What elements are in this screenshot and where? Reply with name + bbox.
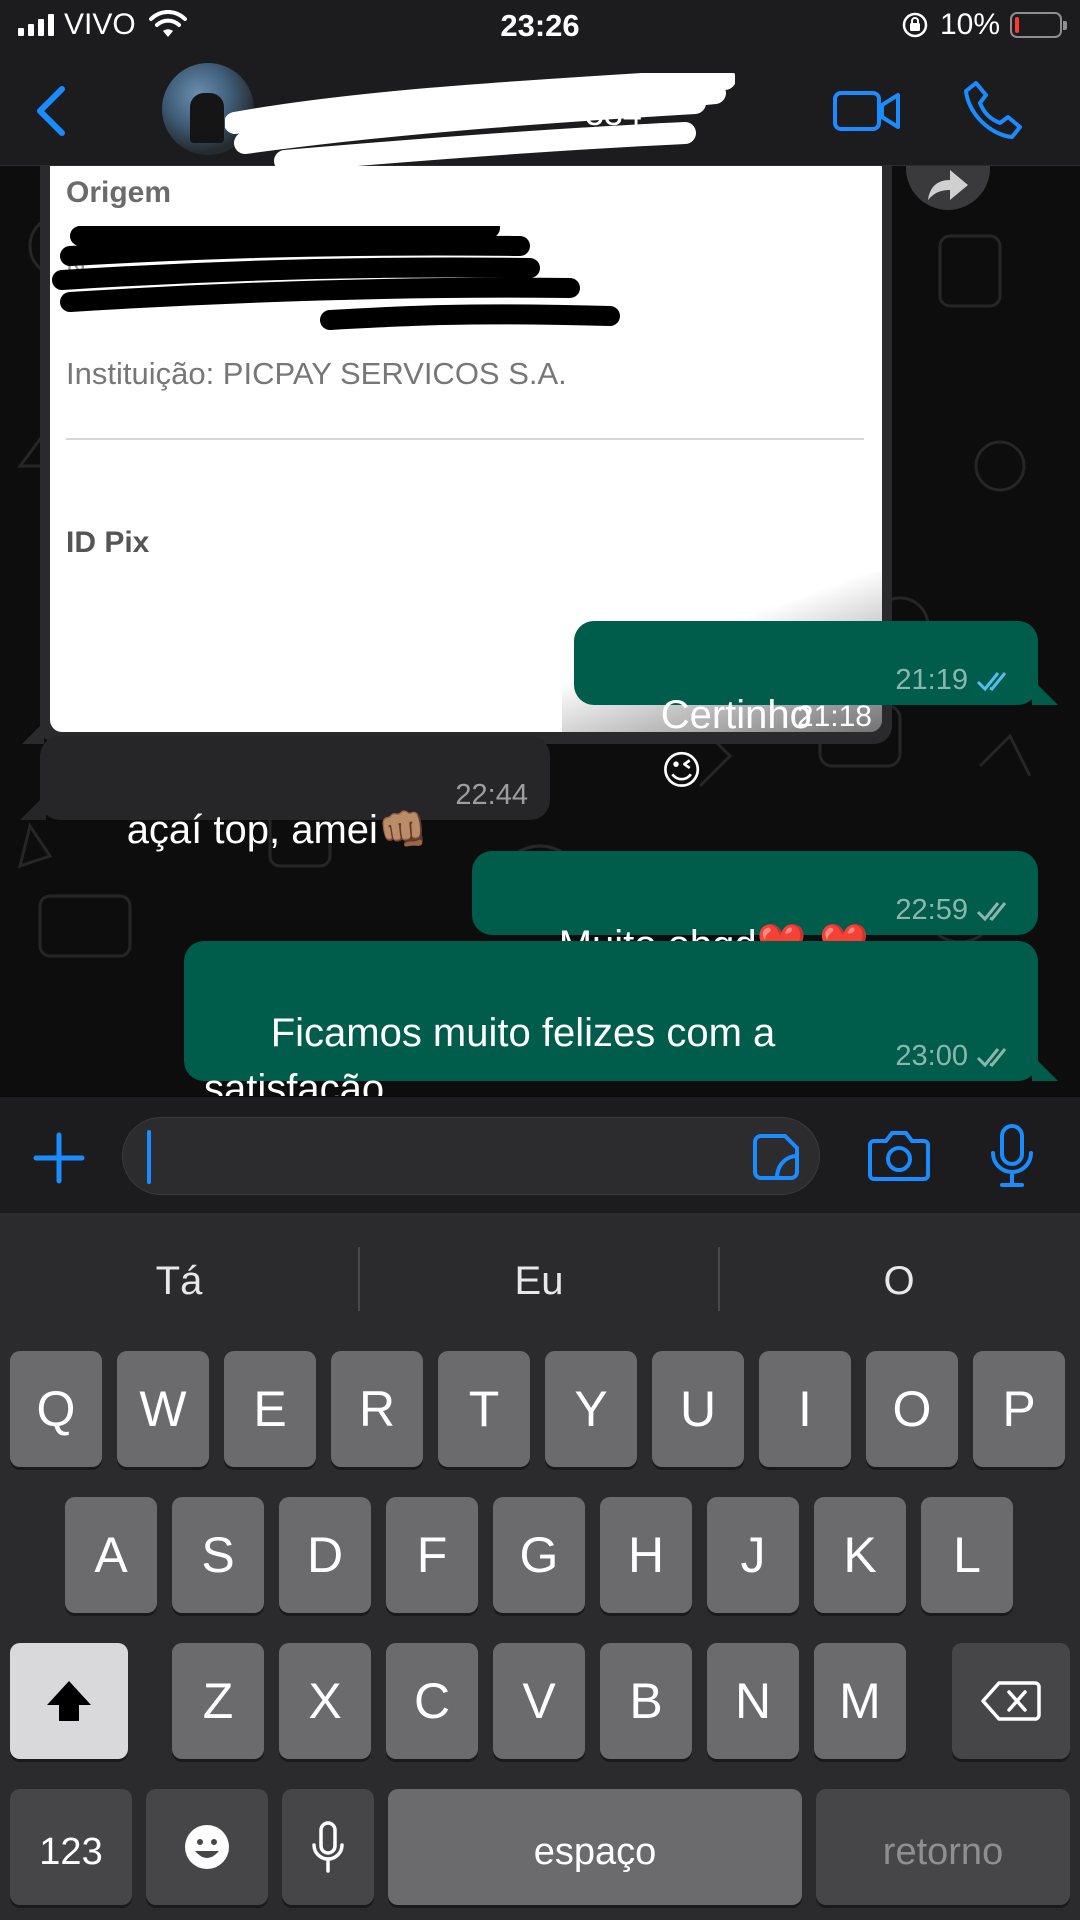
message-time: 21:18 xyxy=(796,700,872,733)
suggestion-item[interactable]: Eu xyxy=(360,1213,718,1343)
space-key-label: espaço xyxy=(533,1831,657,1873)
message-text: Certinho xyxy=(660,693,812,737)
key-q[interactable]: Q xyxy=(10,1351,102,1467)
key-i[interactable]: I xyxy=(759,1351,851,1467)
shift-key[interactable] xyxy=(10,1643,128,1759)
key-b[interactable]: B xyxy=(600,1643,692,1759)
message-emoji: 👊🏽 xyxy=(377,807,428,853)
rotation-lock-icon xyxy=(902,12,928,38)
key-r[interactable]: R xyxy=(331,1351,423,1467)
key-p[interactable]: P xyxy=(973,1351,1065,1467)
camera-icon[interactable] xyxy=(868,1127,930,1183)
outgoing-message[interactable]: Ficamos muito felizes com a satisfação d… xyxy=(184,941,1058,1096)
key-x[interactable]: X xyxy=(279,1643,371,1759)
key-w[interactable]: W xyxy=(117,1351,209,1467)
key-m[interactable]: M xyxy=(814,1643,906,1759)
delivered-ticks-icon xyxy=(976,901,1007,921)
space-key[interactable]: espaço xyxy=(388,1789,802,1905)
suggestion-item[interactable]: Tá xyxy=(0,1213,358,1343)
read-ticks-icon xyxy=(976,671,1007,691)
key-o[interactable]: O xyxy=(866,1351,958,1467)
key-l[interactable]: L xyxy=(921,1497,1013,1613)
delivered-ticks-icon xyxy=(976,1047,1007,1067)
message-time: 22:44 xyxy=(455,779,528,811)
chat-area[interactable]: Origem N Instituição: PICPAY SERVICOS S.… xyxy=(0,166,1080,1096)
message-time: 22:59 xyxy=(895,894,968,926)
return-key[interactable]: retorno xyxy=(816,1789,1070,1905)
plus-icon[interactable] xyxy=(32,1131,86,1185)
key-s[interactable]: S xyxy=(172,1497,264,1613)
outgoing-message[interactable]: Certinho 😉 21:19 xyxy=(574,621,1058,794)
sticker-icon[interactable] xyxy=(751,1132,801,1182)
backspace-icon xyxy=(981,1681,1041,1721)
video-call-icon[interactable] xyxy=(832,87,902,135)
forward-icon xyxy=(928,170,968,200)
receipt-redaction: N xyxy=(52,226,620,330)
key-u[interactable]: U xyxy=(652,1351,744,1467)
key-c[interactable]: C xyxy=(386,1643,478,1759)
contact-name-redaction[interactable]: 334 xyxy=(225,73,735,169)
key-a[interactable]: A xyxy=(65,1497,157,1613)
message-text: açaí top, amei xyxy=(126,808,378,852)
incoming-message[interactable]: açaí top, amei👊🏽 22:44 xyxy=(20,736,550,853)
key-e[interactable]: E xyxy=(224,1351,316,1467)
dictation-key[interactable] xyxy=(282,1789,374,1905)
key-f[interactable]: F xyxy=(386,1497,478,1613)
receipt-institution: Instituição: PICPAY SERVICOS S.A. xyxy=(66,356,567,391)
key-j[interactable]: J xyxy=(707,1497,799,1613)
return-key-label: retorno xyxy=(882,1831,1004,1873)
message-emoji: 😉 xyxy=(660,748,703,794)
phone-call-icon[interactable] xyxy=(962,79,1022,141)
suggestion-item[interactable]: O xyxy=(720,1213,1078,1343)
key-d[interactable]: D xyxy=(279,1497,371,1613)
dictation-microphone-icon xyxy=(312,1821,344,1873)
key-k[interactable]: K xyxy=(814,1497,906,1613)
keyboard: Tá Eu O Q W E R T Y U I O P A S D F G H … xyxy=(0,1213,1080,1920)
battery-percent: 10% xyxy=(939,8,1000,41)
receipt-divider xyxy=(66,438,864,440)
key-h[interactable]: H xyxy=(600,1497,692,1613)
chat-header: 334 xyxy=(0,55,1080,169)
receipt-pix-id-heading: ID Pix xyxy=(66,526,150,559)
key-v[interactable]: V xyxy=(493,1643,585,1759)
emoji-key[interactable] xyxy=(146,1789,268,1905)
key-g[interactable]: G xyxy=(493,1497,585,1613)
key-z[interactable]: Z xyxy=(172,1643,264,1759)
outgoing-message[interactable]: Muito obgd❤️ ❤️ 22:59 xyxy=(472,851,1038,968)
receipt-origin-heading: Origem xyxy=(66,176,172,209)
key-n[interactable]: N xyxy=(707,1643,799,1759)
key-t[interactable]: T xyxy=(438,1351,530,1467)
suggestion-bar: Tá Eu O xyxy=(0,1213,1080,1343)
key-y[interactable]: Y xyxy=(545,1351,637,1467)
message-time: 21:19 xyxy=(895,664,968,696)
microphone-icon[interactable] xyxy=(988,1123,1036,1189)
shift-icon xyxy=(47,1681,91,1721)
message-input[interactable] xyxy=(122,1117,820,1195)
message-time: 23:00 xyxy=(895,1040,968,1072)
numbers-key-label: 123 xyxy=(39,1831,103,1873)
message-text: Ficamos muito felizes com a satisfação d… xyxy=(204,1011,776,1096)
numbers-key[interactable]: 123 xyxy=(10,1789,132,1905)
message-composer xyxy=(0,1097,1080,1213)
back-chevron-icon[interactable] xyxy=(28,83,72,139)
backspace-key[interactable] xyxy=(952,1643,1070,1759)
emoji-icon xyxy=(185,1825,229,1869)
text-caret xyxy=(147,1130,151,1184)
battery-icon xyxy=(1010,12,1067,38)
status-bar: VIVO 23:26 10% xyxy=(0,0,1080,55)
